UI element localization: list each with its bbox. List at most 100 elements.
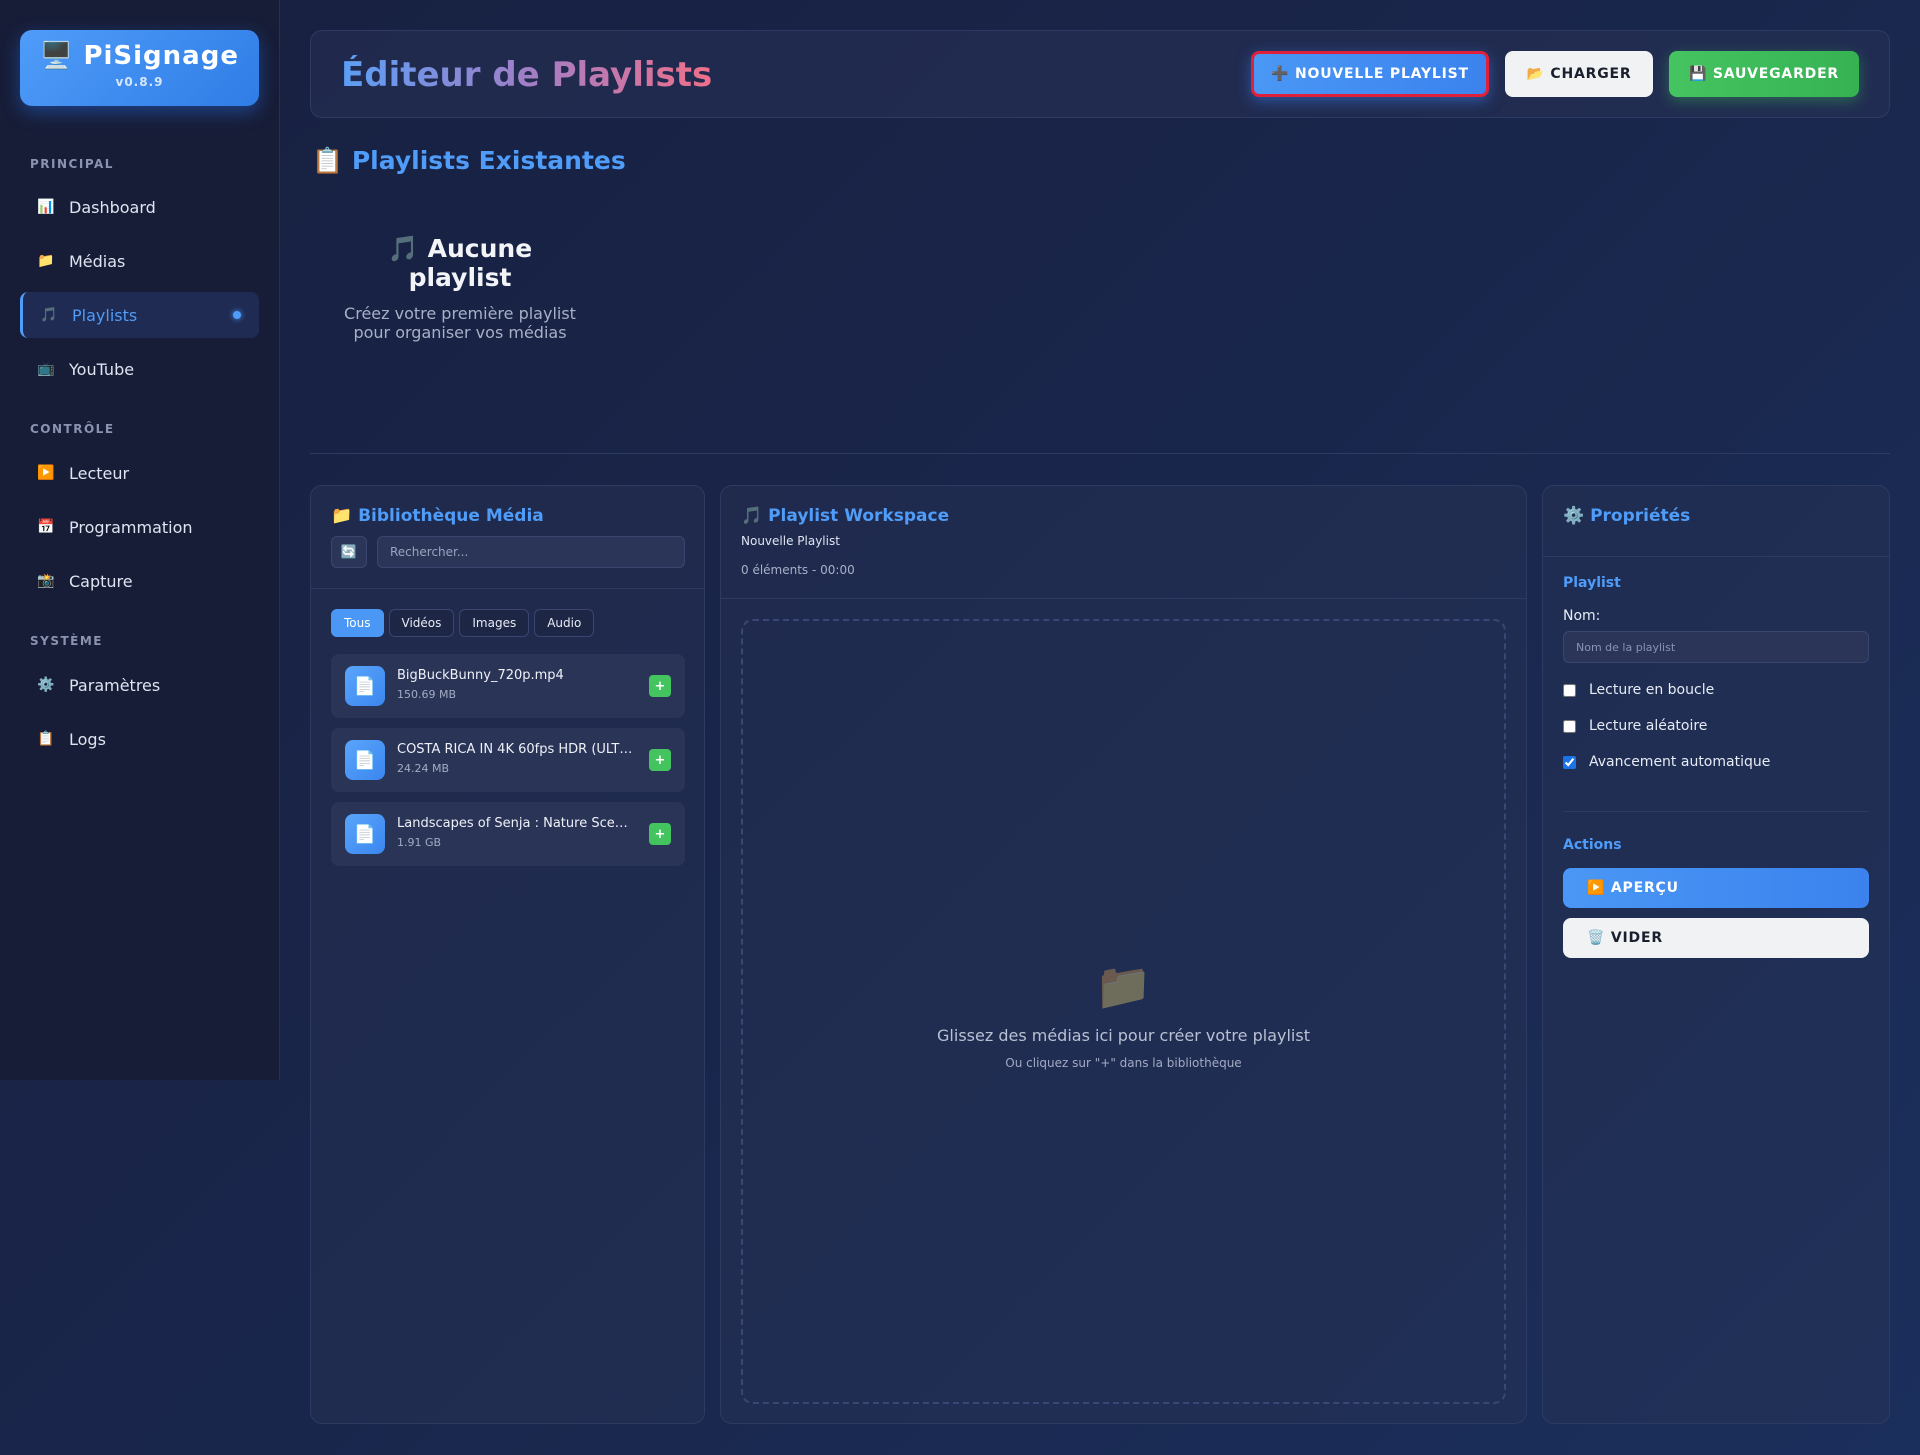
playlist-section-title: Playlist xyxy=(1563,575,1621,591)
sidebar-item-label: Logs xyxy=(69,729,106,749)
sidebar-item-label: Capture xyxy=(69,571,133,591)
sidebar-item-label: Dashboard xyxy=(69,197,156,217)
sidebar-item-youtube[interactable]: 📺 YouTube xyxy=(20,346,259,392)
add-media-button[interactable]: + xyxy=(649,823,671,845)
properties-title: ⚙️ Propriétés xyxy=(1563,506,1691,526)
media-item[interactable]: 📄 COSTA RICA IN 4K 60fps HDR (ULTRA HD).… xyxy=(331,728,685,792)
save-button[interactable]: 💾 SAUVEGARDER xyxy=(1669,51,1859,97)
chart-icon: 📊 xyxy=(37,199,55,215)
sidebar: 🖥️ PiSignage v0.8.9 PRINCIPAL 📊 Dashboar… xyxy=(0,0,280,1080)
empty-playlists-state: 🎵 Aucune playlist Créez votre première p… xyxy=(340,234,580,342)
filter-audio[interactable]: Audio xyxy=(534,609,595,637)
filter-images[interactable]: Images xyxy=(459,609,530,637)
sidebar-item-lecteur[interactable]: ▶️ Lecteur xyxy=(20,450,259,496)
music-icon: 🎵 xyxy=(40,307,58,323)
app-logo[interactable]: 🖥️ PiSignage v0.8.9 xyxy=(20,30,259,106)
app-version: v0.8.9 xyxy=(115,75,164,89)
sidebar-item-label: Playlists xyxy=(72,305,138,325)
auto-advance-label: Avancement automatique xyxy=(1589,754,1771,770)
file-icon: 📄 xyxy=(345,814,385,854)
panel-divider xyxy=(311,588,704,589)
calendar-icon: 📅 xyxy=(37,519,55,535)
media-name: COSTA RICA IN 4K 60fps HDR (ULTRA HD).mp… xyxy=(397,742,633,757)
sidebar-item-playlists[interactable]: 🎵 Playlists xyxy=(20,292,259,338)
sidebar-item-logs[interactable]: 📋 Logs xyxy=(20,716,259,762)
name-label: Nom: xyxy=(1563,608,1601,624)
tv-icon: 📺 xyxy=(37,361,55,377)
auto-advance-checkbox[interactable] xyxy=(1563,755,1576,769)
new-playlist-button[interactable]: ➕ NOUVELLE PLAYLIST xyxy=(1251,51,1489,97)
filter-all[interactable]: Tous xyxy=(331,609,384,637)
page-header: Éditeur de Playlists ➕ NOUVELLE PLAYLIST… xyxy=(310,30,1890,118)
empty-state-text: Créez votre première playlist pour organ… xyxy=(344,304,576,342)
existing-playlists-title: 📋 Playlists Existantes xyxy=(312,146,626,175)
folder-icon: 📁 xyxy=(1094,959,1153,1013)
nav-section-controle: CONTRÔLE xyxy=(30,422,115,436)
panel-divider xyxy=(1543,556,1889,557)
preview-button[interactable]: ▶️ APERÇU xyxy=(1563,868,1869,908)
media-library-title: 📁 Bibliothèque Média xyxy=(331,506,544,526)
refresh-icon: 🔄 xyxy=(340,544,358,560)
active-indicator-dot xyxy=(233,311,241,319)
sidebar-item-dashboard[interactable]: 📊 Dashboard xyxy=(20,184,259,230)
monitor-icon: 🖥️ xyxy=(40,41,74,71)
workspace-title: 🎵 Playlist Workspace xyxy=(741,506,950,526)
empty-state-title: 🎵 Aucune playlist xyxy=(387,234,533,292)
search-input[interactable] xyxy=(377,536,685,568)
workspace-meta: 0 éléments - 00:00 xyxy=(741,563,855,577)
load-button[interactable]: 📂 CHARGER xyxy=(1505,51,1653,97)
filter-videos[interactable]: Vidéos xyxy=(388,609,455,637)
media-item[interactable]: 📄 Landscapes of Senja : Nature Scenery.m… xyxy=(331,802,685,866)
refresh-button[interactable]: 🔄 xyxy=(331,536,367,568)
media-library-panel: 📁 Bibliothèque Média 🔄 Tous Vidéos Image… xyxy=(310,485,705,1424)
loop-label: Lecture en boucle xyxy=(1589,682,1715,698)
page-title: Éditeur de Playlists xyxy=(341,55,713,95)
section-divider xyxy=(310,453,1890,454)
media-filter-tabs: Tous Vidéos Images Audio xyxy=(331,609,595,637)
media-item[interactable]: 📄 BigBuckBunny_720p.mp4 150.69 MB + xyxy=(331,654,685,718)
media-size: 1.91 GB xyxy=(397,836,442,849)
sidebar-item-label: YouTube xyxy=(69,359,135,379)
play-icon: ▶️ xyxy=(37,465,55,481)
properties-panel: ⚙️ Propriétés Playlist Nom: Lecture en b… xyxy=(1542,485,1890,1424)
nav-section-principal: PRINCIPAL xyxy=(30,157,114,171)
gear-icon: ⚙️ xyxy=(37,677,55,693)
nav-section-systeme: SYSTÈME xyxy=(30,634,103,648)
sidebar-item-label: Médias xyxy=(69,251,126,271)
playlist-workspace-panel: 🎵 Playlist Workspace Nouvelle Playlist 0… xyxy=(720,485,1527,1424)
shuffle-label: Lecture aléatoire xyxy=(1589,718,1708,734)
shuffle-checkbox[interactable] xyxy=(1563,719,1576,733)
sidebar-item-programmation[interactable]: 📅 Programmation xyxy=(20,504,259,550)
sidebar-item-parametres[interactable]: ⚙️ Paramètres xyxy=(20,662,259,708)
sidebar-item-medias[interactable]: 📁 Médias xyxy=(20,238,259,284)
dropzone-text: Glissez des médias ici pour créer votre … xyxy=(937,1026,1310,1045)
folder-icon: 📁 xyxy=(37,253,55,269)
workspace-playlist-name: Nouvelle Playlist xyxy=(741,534,840,548)
add-media-button[interactable]: + xyxy=(649,749,671,771)
sidebar-item-label: Lecteur xyxy=(69,463,130,483)
media-name: BigBuckBunny_720p.mp4 xyxy=(397,668,564,683)
sidebar-item-label: Programmation xyxy=(69,517,193,537)
dropzone-subtext: Ou cliquez sur "+" dans la bibliothèque xyxy=(1005,1056,1242,1070)
media-size: 24.24 MB xyxy=(397,762,450,775)
panel-divider xyxy=(721,598,1526,599)
clear-button[interactable]: 🗑️ VIDER xyxy=(1563,918,1869,958)
media-size: 150.69 MB xyxy=(397,688,457,701)
file-icon: 📄 xyxy=(345,666,385,706)
auto-advance-option[interactable]: Avancement automatique xyxy=(1563,754,1770,770)
shuffle-option[interactable]: Lecture aléatoire xyxy=(1563,718,1707,734)
loop-checkbox[interactable] xyxy=(1563,683,1576,697)
file-icon: 📄 xyxy=(345,740,385,780)
loop-option[interactable]: Lecture en boucle xyxy=(1563,682,1714,698)
playlist-name-input[interactable] xyxy=(1563,631,1869,663)
actions-section-title: Actions xyxy=(1563,837,1622,853)
playlist-dropzone[interactable]: 📁 Glissez des médias ici pour créer votr… xyxy=(741,619,1506,1404)
media-name: Landscapes of Senja : Nature Scenery.mp4 xyxy=(397,816,633,831)
logo-title: 🖥️ PiSignage xyxy=(40,41,239,71)
camera-icon: 📸 xyxy=(37,573,55,589)
add-media-button[interactable]: + xyxy=(649,675,671,697)
sidebar-item-capture[interactable]: 📸 Capture xyxy=(20,558,259,604)
panel-divider xyxy=(1563,811,1869,812)
clipboard-icon: 📋 xyxy=(37,731,55,747)
sidebar-item-label: Paramètres xyxy=(69,675,161,695)
